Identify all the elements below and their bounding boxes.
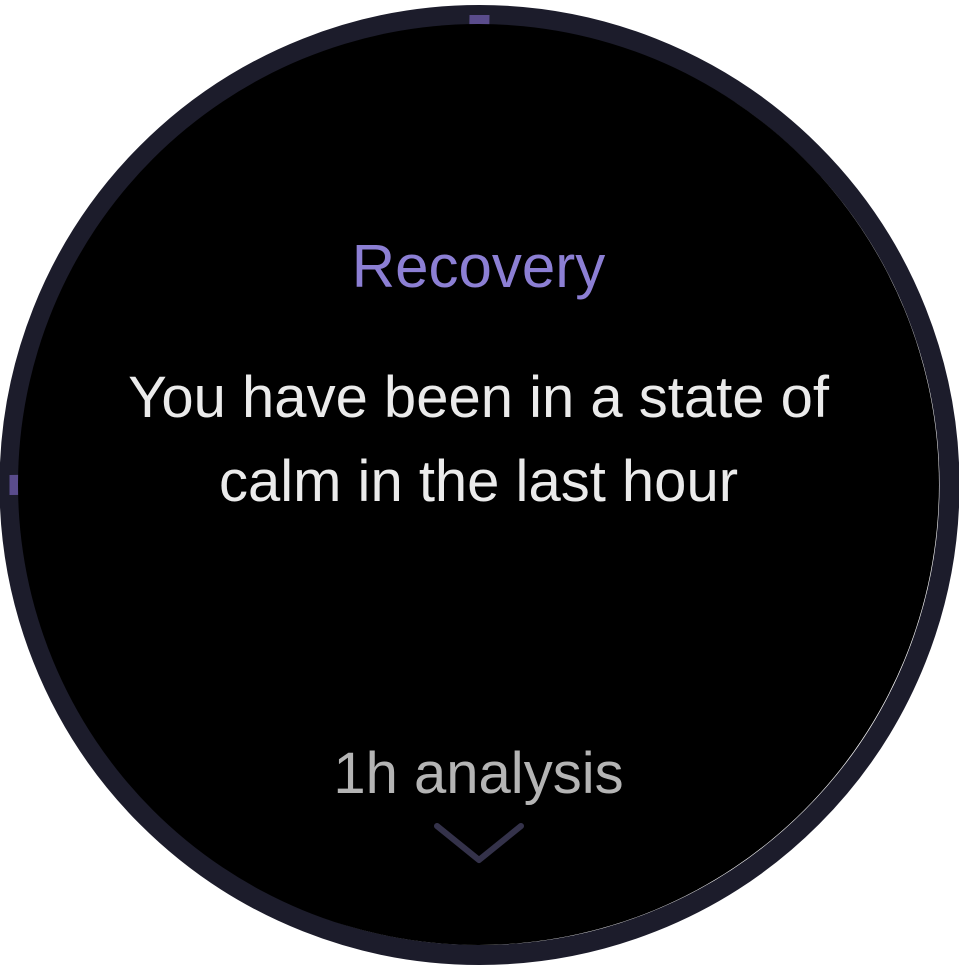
analysis-label: 1h analysis [333, 741, 624, 806]
watch-face: Recovery You have been in a state of cal… [18, 24, 939, 945]
watch-screen: Recovery You have been in a state of cal… [0, 0, 959, 970]
chevron-down-icon[interactable] [433, 820, 525, 868]
analysis-button[interactable]: 1h analysis [278, 734, 679, 884]
page-title: Recovery [351, 233, 606, 300]
status-message: You have been in a state of calm in the … [128, 365, 829, 514]
